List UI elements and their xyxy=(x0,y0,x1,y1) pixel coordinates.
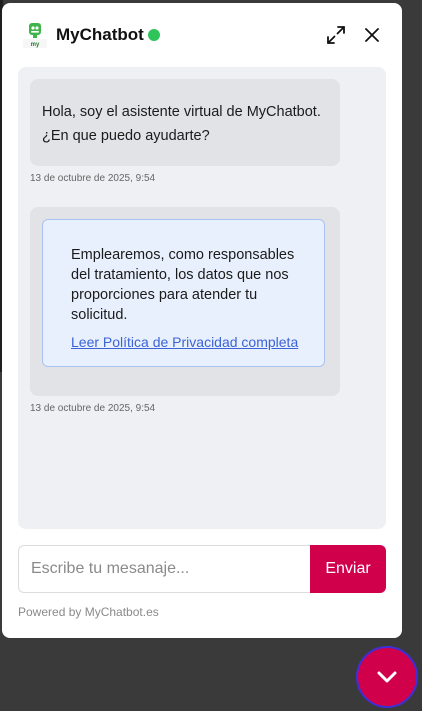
message-timestamp: 13 de octubre de 2025, 9:54 xyxy=(30,173,156,184)
svg-text:my: my xyxy=(31,42,40,48)
chevron-down-icon xyxy=(377,671,397,683)
close-button[interactable] xyxy=(360,23,384,47)
privacy-policy-link[interactable]: Leer Política de Privacidad completa xyxy=(71,333,298,351)
chat-header: my MyChatbot xyxy=(2,3,402,67)
expand-icon xyxy=(327,26,345,44)
message-list[interactable]: Hola, soy el asistente virtual de MyChat… xyxy=(18,67,386,529)
online-status-dot xyxy=(148,29,160,41)
send-button[interactable]: Enviar xyxy=(310,545,386,593)
bot-message-bubble: Hola, soy el asistente virtual de MyChat… xyxy=(30,79,340,166)
composer: Enviar xyxy=(18,545,386,593)
privacy-notice-text: Emplearemos, como responsables del trata… xyxy=(71,247,295,323)
chat-widget: my MyChatbot Hola, soy el asistente virt… xyxy=(2,3,402,638)
expand-button[interactable] xyxy=(324,23,348,47)
mychatbot-logo-icon: my xyxy=(22,21,48,49)
privacy-notice-card: Emplearemos, como responsables del trata… xyxy=(42,219,325,367)
message-timestamp: 13 de octubre de 2025, 9:54 xyxy=(30,403,156,414)
bot-message-bubble: Emplearemos, como responsables del trata… xyxy=(30,207,340,396)
message-text: Hola, soy el asistente virtual de MyChat… xyxy=(42,104,321,144)
close-icon xyxy=(365,28,379,42)
chat-title: MyChatbot xyxy=(56,25,144,44)
message-input[interactable] xyxy=(18,545,310,593)
minimize-chat-button[interactable] xyxy=(356,646,418,708)
powered-by-label: Powered by MyChatbot.es xyxy=(18,605,159,619)
